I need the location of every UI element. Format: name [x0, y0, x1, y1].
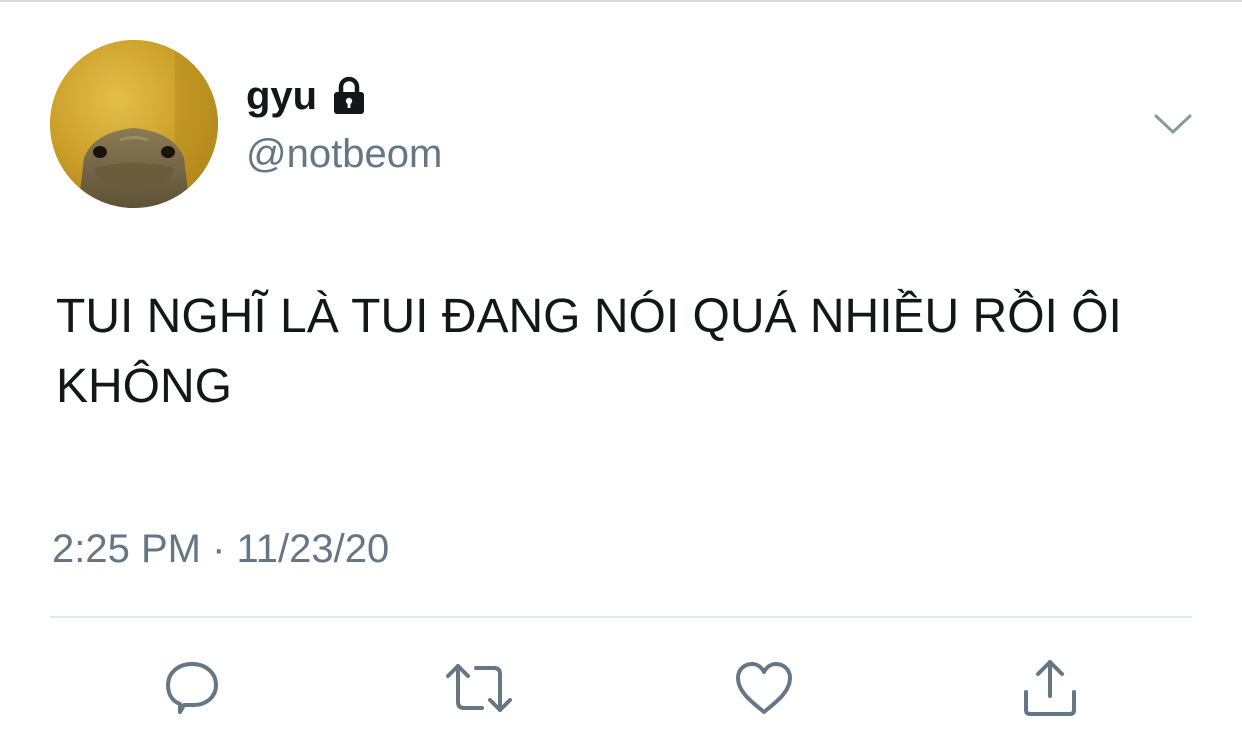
- top-border: [0, 0, 1242, 2]
- retweet-button[interactable]: [442, 656, 512, 720]
- tweet-text: TUI NGHĨ LÀ TUI ĐANG NÓI QUÁ NHIỀU RỒI Ô…: [56, 290, 1122, 413]
- handle[interactable]: @notbeom: [246, 130, 442, 178]
- display-name[interactable]: gyu: [246, 72, 317, 120]
- chevron-down-icon[interactable]: [1152, 108, 1194, 138]
- retweet-icon: [446, 664, 512, 712]
- divider: [50, 616, 1192, 618]
- timestamp[interactable]: 2:25 PM · 11/23/20: [52, 523, 389, 575]
- avatar[interactable]: [50, 40, 218, 208]
- like-button[interactable]: [732, 656, 796, 720]
- speech-bubble-icon: [166, 662, 218, 714]
- share-icon: [1024, 660, 1076, 716]
- display-name-row[interactable]: gyu: [246, 72, 367, 120]
- lizard-avatar-image: [50, 40, 218, 208]
- lock-icon: [334, 76, 365, 114]
- reply-button[interactable]: [160, 656, 224, 720]
- heart-icon: [736, 662, 792, 714]
- share-button[interactable]: [1018, 656, 1082, 720]
